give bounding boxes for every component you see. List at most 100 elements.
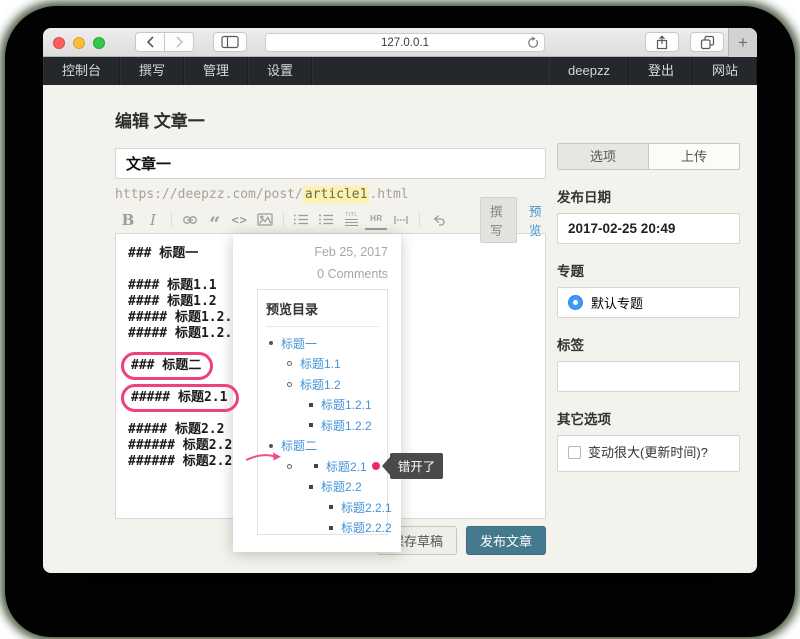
link-icon[interactable] xyxy=(179,210,201,230)
admin-navbar: 控制台 撰写 管理 设置 deepzz 登出 网站 xyxy=(43,57,757,85)
reload-button[interactable] xyxy=(526,36,539,53)
share-button[interactable] xyxy=(645,32,679,52)
bullet-square-icon xyxy=(309,403,313,407)
bullet-circle-icon xyxy=(287,464,292,469)
back-button[interactable] xyxy=(135,32,165,52)
topic-label: 专题 xyxy=(557,260,740,280)
checkbox-icon[interactable] xyxy=(568,446,581,459)
preview-tab-button[interactable]: 预览 xyxy=(529,201,546,239)
publish-button[interactable]: 发布文章 xyxy=(466,526,546,555)
page-break-icon[interactable] xyxy=(390,210,412,230)
tab-options[interactable]: 选项 xyxy=(558,144,648,169)
address-bar[interactable]: 127.0.0.1 xyxy=(265,33,545,52)
nav-item-logout[interactable]: 登出 xyxy=(629,57,693,85)
annotation-tooltip: 错开了 xyxy=(382,453,444,479)
nav-item-settings[interactable]: 设置 xyxy=(248,57,312,85)
nav-item-write[interactable]: 撰写 xyxy=(120,57,184,85)
bullet-circle-icon xyxy=(287,382,292,387)
bullet-disc-icon xyxy=(269,444,273,448)
forward-icon xyxy=(175,36,184,48)
toolbar-divider xyxy=(419,212,420,227)
code-icon[interactable]: <> xyxy=(229,210,251,230)
bullet-disc-icon xyxy=(269,341,273,345)
toc-item: 标题1.2 xyxy=(266,374,379,395)
nav-spacer xyxy=(312,57,549,85)
toc-link[interactable]: 标题2.2 xyxy=(321,478,362,495)
browser-window: 127.0.0.1 + 控制台 撰写 管理 设置 deepzz 登出 网站 xyxy=(43,28,757,573)
publish-date-label: 发布日期 xyxy=(557,186,740,206)
image-icon[interactable] xyxy=(254,210,276,230)
toc-item: 标题2.2 xyxy=(266,477,379,498)
tags-input[interactable] xyxy=(557,361,740,392)
bullet-square-icon xyxy=(329,526,333,530)
nav-item-dashboard[interactable]: 控制台 xyxy=(43,57,120,85)
screenshot-canvas: 127.0.0.1 + 控制台 撰写 管理 设置 deepzz 登出 网站 xyxy=(0,0,800,639)
nav-item-username[interactable]: deepzz xyxy=(549,57,629,85)
permalink-slug: article1 xyxy=(303,186,370,203)
toc-item: 标题1.2.2 xyxy=(266,415,379,436)
title-icon[interactable]: TITL xyxy=(340,210,362,230)
unordered-list-icon[interactable] xyxy=(315,210,337,230)
tab-upload[interactable]: 上传 xyxy=(648,144,739,169)
options-sidebar: 选项 上传 发布日期 专题 默认专题 标签 其它选项 变动很大(更新时间)? xyxy=(557,85,740,472)
back-icon xyxy=(146,36,155,48)
toc-link[interactable]: 标题一 xyxy=(281,335,317,352)
toc-link[interactable]: 标题1.2.2 xyxy=(321,417,372,434)
zoom-window-button[interactable] xyxy=(93,37,105,49)
annotation-arrow-icon xyxy=(245,449,283,470)
preview-toc: 预览目录 标题一 标题1.1 xyxy=(257,289,388,535)
bold-icon[interactable]: B xyxy=(117,210,139,230)
toc-link[interactable]: 标题二 xyxy=(281,437,317,454)
bullet-square-icon xyxy=(309,423,313,427)
close-window-button[interactable] xyxy=(53,37,65,49)
main-column: 编辑 文章一 https://deepzz.com/post/article1.… xyxy=(115,85,546,555)
annotation-red-dot xyxy=(372,462,380,470)
sidebar-toggle-button[interactable] xyxy=(213,32,247,52)
bullet-square-icon xyxy=(309,485,313,489)
tooltip-text: 错开了 xyxy=(390,453,444,479)
new-tab-icon: + xyxy=(738,33,748,53)
undo-icon[interactable] xyxy=(427,210,449,230)
toc-link[interactable]: 标题2.2.2 xyxy=(341,519,392,536)
sidebar-tabs: 选项 上传 xyxy=(557,143,740,170)
new-tab-button[interactable]: + xyxy=(728,28,757,57)
radio-selected-icon[interactable] xyxy=(568,295,583,310)
toc-link[interactable]: 标题1.2 xyxy=(300,376,341,393)
italic-icon[interactable]: I xyxy=(142,210,164,230)
preview-overlay-panel: Feb 25, 2017 0 Comments 预览目录 标题一 xyxy=(233,234,401,552)
share-icon xyxy=(655,35,669,50)
topic-option-box: 默认专题 xyxy=(557,287,740,318)
permalink-suffix: .html xyxy=(369,187,408,202)
toolbar-divider xyxy=(283,212,284,227)
sidebar-toggle-icon xyxy=(221,35,239,49)
topic-option-label[interactable]: 默认专题 xyxy=(591,293,643,312)
toc-link[interactable]: 标题1.2.1 xyxy=(321,396,372,413)
toc-item: 标题1.2.1 xyxy=(266,395,379,416)
toc-link[interactable]: 标题1.1 xyxy=(300,355,341,372)
other-option-text[interactable]: 变动很大(更新时间)? xyxy=(588,443,708,463)
toc-link[interactable]: 标题2.1 xyxy=(326,458,367,475)
publish-date-input[interactable] xyxy=(557,213,740,244)
bullet-square-icon xyxy=(329,505,333,509)
ordered-list-icon[interactable] xyxy=(290,210,312,230)
toc-item: 标题2.2.1 xyxy=(266,497,379,518)
preview-date: Feb 25, 2017 xyxy=(314,245,388,259)
forward-button[interactable] xyxy=(164,32,194,52)
minimize-window-button[interactable] xyxy=(73,37,85,49)
toc-link[interactable]: 标题2.2.1 xyxy=(341,499,392,516)
toc-divider xyxy=(266,326,379,327)
tab-overview-icon xyxy=(700,35,715,50)
nav-item-manage[interactable]: 管理 xyxy=(184,57,248,85)
write-tab-button[interactable]: 撰写 xyxy=(480,197,517,243)
address-bar-url: 127.0.0.1 xyxy=(381,37,429,49)
toc-item: 标题一 xyxy=(266,333,379,354)
hr-icon[interactable]: HR xyxy=(365,210,387,230)
content-area: 编辑 文章一 https://deepzz.com/post/article1.… xyxy=(43,85,757,573)
nav-item-site[interactable]: 网站 xyxy=(693,57,757,85)
quote-icon[interactable]: “ xyxy=(204,210,226,230)
bullet-square-icon xyxy=(314,464,318,468)
post-title-input[interactable] xyxy=(115,148,546,179)
other-options-label: 其它选项 xyxy=(557,408,740,428)
tab-overview-button[interactable] xyxy=(690,32,724,52)
toc-item: 标题1.1 xyxy=(266,354,379,375)
